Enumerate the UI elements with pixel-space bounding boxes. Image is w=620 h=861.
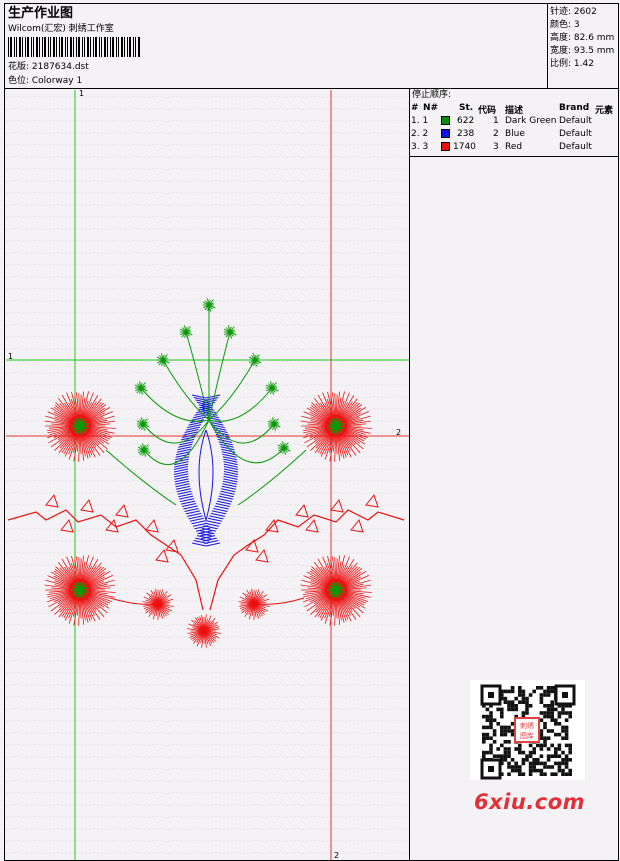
color-swatch xyxy=(441,116,450,125)
guide-label-v1: 1 xyxy=(79,90,84,98)
stitch-burst xyxy=(267,417,281,431)
row-description: Blue xyxy=(505,129,525,139)
svg-text:图库: 图库 xyxy=(520,731,534,740)
row-index: 1. 1 xyxy=(411,116,429,126)
stitch-count: 针迹: 2602 xyxy=(550,7,597,17)
embroidery-motif xyxy=(7,298,405,648)
production-worksheet: 生产作业图 Wilcom(汇宏) 刺绣工作室 花版: 2187634.dst 色… xyxy=(0,0,620,861)
scale-ratio: 比例: 1.42 xyxy=(550,59,594,69)
row-code: 3 xyxy=(493,142,499,152)
red-flower xyxy=(44,391,116,462)
barcode-image xyxy=(8,37,140,57)
row-stitches: 238 xyxy=(457,129,475,139)
stop-sequence-title: 停止顺序: xyxy=(412,90,452,100)
col-header-number: N# xyxy=(423,103,439,113)
row-brand: Default xyxy=(559,142,592,152)
red-flower xyxy=(300,555,372,626)
col-header-stitches: St. xyxy=(459,103,474,113)
colorway-label: 色位: Colorway 1 xyxy=(8,76,83,86)
col-header-brand: Brand xyxy=(559,103,590,113)
stitch-burst xyxy=(265,381,279,395)
table-row: 1. 1 622 1 Dark Green Default xyxy=(409,115,619,128)
stitch-burst xyxy=(187,614,221,648)
qr-code-image: 刺绣图库 xyxy=(470,680,585,780)
guide-label-h1: 1 xyxy=(8,352,13,361)
color-swatch xyxy=(441,129,450,138)
row-stitches: 1740 xyxy=(453,142,476,152)
table-bottom-rule xyxy=(409,156,619,157)
stitch-burst xyxy=(179,325,193,339)
stop-sequence-table: # N# St. 代码 描述 Brand 元素 1. 1 622 1 Dark … xyxy=(409,102,619,157)
table-row: 3. 3 1740 3 Red Default xyxy=(409,141,619,154)
row-description: Dark Green xyxy=(505,116,557,126)
guide-label-h2: 2 xyxy=(396,428,401,437)
design-height: 高度: 82.6 mm xyxy=(550,33,615,43)
design-file-label: 花版: 2187634.dst xyxy=(8,62,89,72)
row-stitches: 622 xyxy=(457,116,475,126)
stitch-burst xyxy=(277,441,291,455)
row-brand: Default xyxy=(559,129,592,139)
row-code: 1 xyxy=(493,116,499,126)
design-width: 宽度: 93.5 mm xyxy=(550,46,615,56)
table-header-row: # N# St. 代码 描述 Brand 元素 xyxy=(409,102,619,116)
stitch-burst xyxy=(156,353,170,367)
embroidery-design-canvas: 1 1 2 2 xyxy=(6,90,409,860)
row-description: Red xyxy=(505,142,523,152)
subtitle: Wilcom(汇宏) 刺绣工作室 xyxy=(8,24,114,34)
color-count: 颜色: 3 xyxy=(550,20,580,30)
stitch-burst xyxy=(223,325,237,339)
fabric-texture xyxy=(6,96,409,855)
red-flower xyxy=(300,391,372,462)
row-index: 2. 2 xyxy=(411,129,429,139)
row-brand: Default xyxy=(559,116,592,126)
watermark-text: 6xiu.com xyxy=(474,790,586,814)
svg-text:刺绣: 刺绣 xyxy=(520,721,534,730)
stitch-burst xyxy=(248,353,262,367)
page-title: 生产作业图 xyxy=(8,6,74,21)
table-row: 2. 2 238 2 Blue Default xyxy=(409,128,619,141)
row-index: 3. 3 xyxy=(411,142,429,152)
color-swatch xyxy=(441,142,450,151)
guide-label-v2: 2 xyxy=(334,851,339,860)
col-header-index: # xyxy=(411,103,419,113)
row-code: 2 xyxy=(493,129,499,139)
